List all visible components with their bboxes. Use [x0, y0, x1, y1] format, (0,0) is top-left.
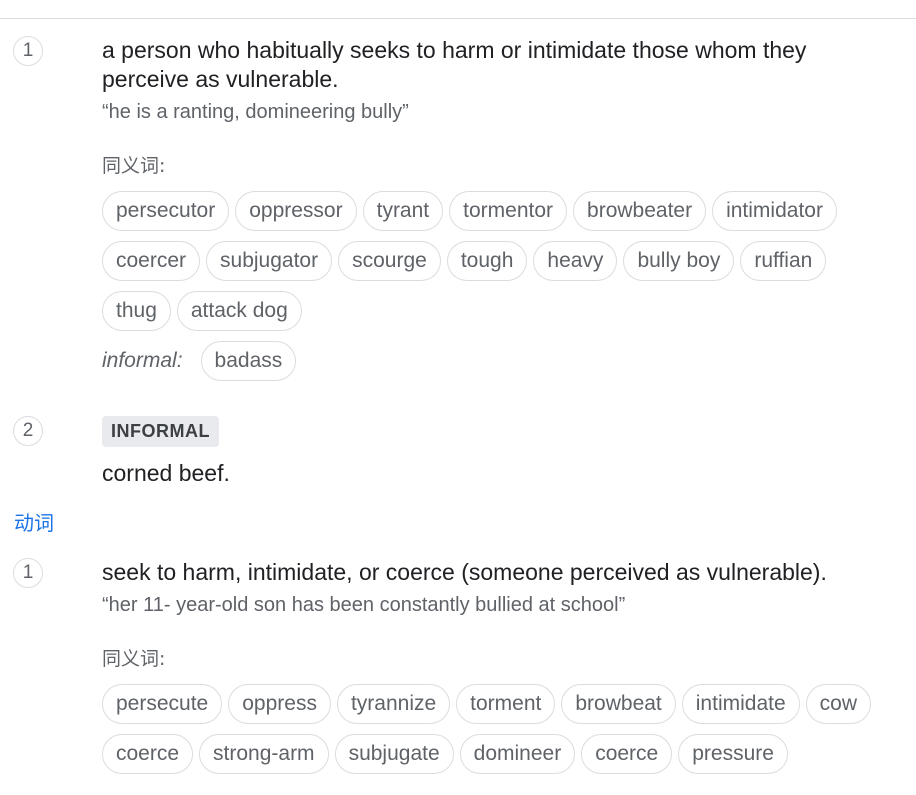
synonym-chip[interactable]: browbeater	[573, 191, 707, 231]
synonym-chip[interactable]: intimidator	[712, 191, 837, 231]
synonym-chip[interactable]: heavy	[533, 241, 618, 281]
example-sentence: “he is a ranting, domineering bully”	[102, 101, 409, 123]
sense-number: 2	[13, 416, 43, 446]
synonym-chip[interactable]: thug	[102, 291, 171, 331]
part-of-speech-verb[interactable]: 动词	[14, 510, 54, 536]
synonyms-label: 同义词:	[102, 155, 166, 177]
synonym-chip[interactable]: tough	[446, 241, 528, 281]
synonym-chip[interactable]: browbeat	[561, 684, 676, 724]
synonym-chip[interactable]: oppress	[228, 684, 331, 724]
synonym-chip[interactable]: tormentor	[449, 191, 568, 231]
synonym-chip[interactable]: coerce	[102, 734, 194, 774]
synonym-chip[interactable]: strong-arm	[199, 734, 329, 774]
synonym-chip[interactable]: pressure	[678, 734, 788, 774]
synonyms-label: 同义词:	[102, 648, 166, 670]
synonym-list: persecute oppress tyrannize torment brow…	[102, 684, 896, 774]
sense-number: 1	[13, 558, 43, 588]
synonym-chip[interactable]: torment	[456, 684, 556, 724]
example-sentence: “her 11- year-old son has been constantl…	[102, 594, 626, 616]
informal-synonym-list: informal: badass	[102, 341, 890, 381]
synonym-chip[interactable]: badass	[200, 341, 297, 381]
synonym-chip[interactable]: coercer	[102, 241, 201, 281]
informal-label: informal:	[102, 349, 183, 372]
top-divider	[0, 18, 916, 19]
register-badge: INFORMAL	[102, 416, 219, 447]
synonym-chip[interactable]: ruffian	[740, 241, 827, 281]
synonym-chip[interactable]: persecute	[102, 684, 223, 724]
dictionary-panel: 1 a person who habitually seeks to harm …	[0, 0, 916, 795]
sense-number: 1	[13, 36, 43, 66]
synonym-chip[interactable]: subjugate	[334, 734, 454, 774]
definition: corned beef.	[102, 460, 230, 486]
synonym-list: persecutor oppressor tyrant tormentor br…	[102, 191, 890, 331]
synonym-chip[interactable]: subjugator	[206, 241, 333, 281]
synonym-chip[interactable]: coerce	[581, 734, 673, 774]
synonym-chip[interactable]: attack dog	[176, 291, 302, 331]
synonym-chip[interactable]: tyrannize	[336, 684, 451, 724]
definition: a person who habitually seeks to harm or…	[102, 37, 807, 92]
synonym-chip[interactable]: scourge	[338, 241, 441, 281]
synonym-chip[interactable]: bully boy	[623, 241, 735, 281]
synonym-chip[interactable]: oppressor	[235, 191, 357, 231]
synonym-chip[interactable]: tyrant	[362, 191, 444, 231]
synonym-chip[interactable]: cow	[805, 684, 872, 724]
synonym-chip[interactable]: domineer	[459, 734, 576, 774]
synonym-chip[interactable]: intimidate	[681, 684, 800, 724]
definition: seek to harm, intimidate, or coerce (som…	[102, 559, 827, 585]
synonym-chip[interactable]: persecutor	[102, 191, 230, 231]
